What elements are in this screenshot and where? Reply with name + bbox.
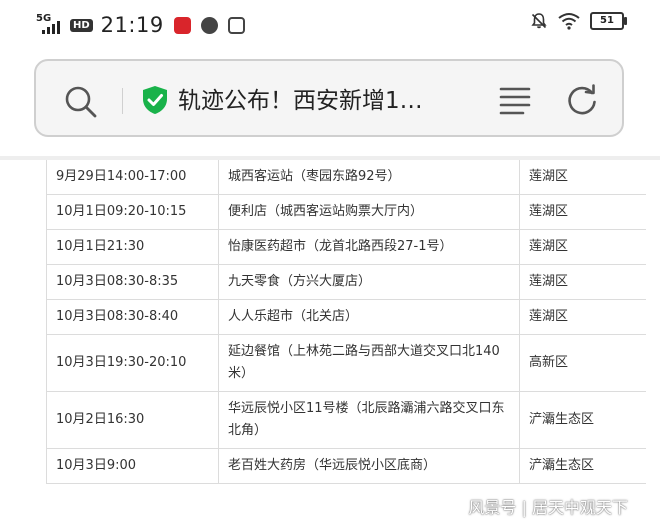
cell-place: 城西客运站（枣园东路92号） [218, 160, 520, 195]
cell-time: 10月3日08:30-8:35 [46, 264, 219, 300]
watermark: 风景号 | 居天中观天下 [468, 498, 628, 517]
cell-time: 10月2日16:30 [46, 391, 219, 449]
app-notification-icon [227, 16, 245, 34]
table-row: 10月3日19:30-20:10 延边餐馆（上林苑二路与西部大道交叉口北140米）… [46, 334, 646, 392]
cell-time: 10月3日08:30-8:40 [46, 299, 219, 335]
address-divider [122, 88, 123, 114]
cell-time: 10月3日9:00 [46, 448, 219, 484]
cell-district: 高新区 [519, 334, 646, 392]
compass-app-icon [200, 16, 218, 34]
cell-place: 九天零食（方兴大厦店） [218, 264, 520, 300]
cell-district: 莲湖区 [519, 264, 646, 300]
cell-time: 10月1日21:30 [46, 229, 219, 265]
battery-icon: 51 [590, 12, 627, 30]
refresh-icon[interactable] [565, 83, 599, 117]
status-bar: 5G HD 21:19 51 [0, 0, 660, 50]
table-row: 9月29日14:00-17:00 城西客运站（枣园东路92号） 莲湖区 [46, 160, 646, 195]
cell-time: 9月29日14:00-17:00 [46, 160, 219, 195]
cell-district: 浐灞生态区 [519, 391, 646, 449]
cell-district: 莲湖区 [519, 160, 646, 195]
cell-district: 莲湖区 [519, 194, 646, 230]
itinerary-table: 9月29日14:00-17:00 城西客运站（枣园东路92号） 莲湖区 10月1日09… [46, 160, 646, 484]
signal-icon: 5G [36, 14, 64, 36]
cell-place: 老百姓大药房（华远辰悦小区底商） [218, 448, 520, 484]
menu-icon[interactable] [499, 85, 531, 115]
address-bar[interactable]: 轨迹公布！西安新增1… [34, 59, 624, 137]
table-row: 10月3日08:30-8:35 九天零食（方兴大厦店） 莲湖区 [46, 264, 646, 300]
cell-time: 10月1日09:20-10:15 [46, 194, 219, 230]
cell-district: 莲湖区 [519, 229, 646, 265]
cell-place: 便利店（城西客运站购票大厅内） [218, 194, 520, 230]
mute-bell-icon [531, 13, 547, 29]
cell-district: 莲湖区 [519, 299, 646, 335]
cell-district: 浐灞生态区 [519, 448, 646, 484]
clock: 21:19 [100, 13, 164, 37]
cell-place: 人人乐超市（北关店） [218, 299, 520, 335]
wifi-icon [558, 13, 580, 30]
table-row: 10月1日21:30 怡康医药超市（龙首北路西段27-1号） 莲湖区 [46, 229, 646, 265]
status-left: 5G HD 21:19 [36, 10, 245, 40]
cell-place: 延边餐馆（上林苑二路与西部大道交叉口北140米） [218, 334, 520, 392]
battery-level: 51 [600, 15, 614, 26]
cell-place: 华远辰悦小区11号楼（北辰路灞浦六路交叉口东北角） [218, 391, 520, 449]
table-row: 10月2日16:30 华远辰悦小区11号楼（北辰路灞浦六路交叉口东北角） 浐灞生态区 [46, 391, 646, 449]
hd-badge: HD [70, 18, 93, 32]
status-right: 51 [530, 12, 627, 30]
search-icon[interactable] [64, 85, 98, 119]
page-title[interactable]: 轨迹公布！西安新增1… [178, 81, 423, 115]
table-row: 10月3日08:30-8:40 人人乐超市（北关店） 莲湖区 [46, 299, 646, 335]
table-row: 10月1日09:20-10:15 便利店（城西客运站购票大厅内） 莲湖区 [46, 194, 646, 230]
cell-place: 怡康医药超市（龙首北路西段27-1号） [218, 229, 520, 265]
table-row: 10月3日9:00 老百姓大药房（华远辰悦小区底商） 浐灞生态区 [46, 448, 646, 484]
news-app-icon [173, 16, 191, 34]
secure-shield-icon [143, 86, 167, 114]
cell-time: 10月3日19:30-20:10 [46, 334, 219, 392]
